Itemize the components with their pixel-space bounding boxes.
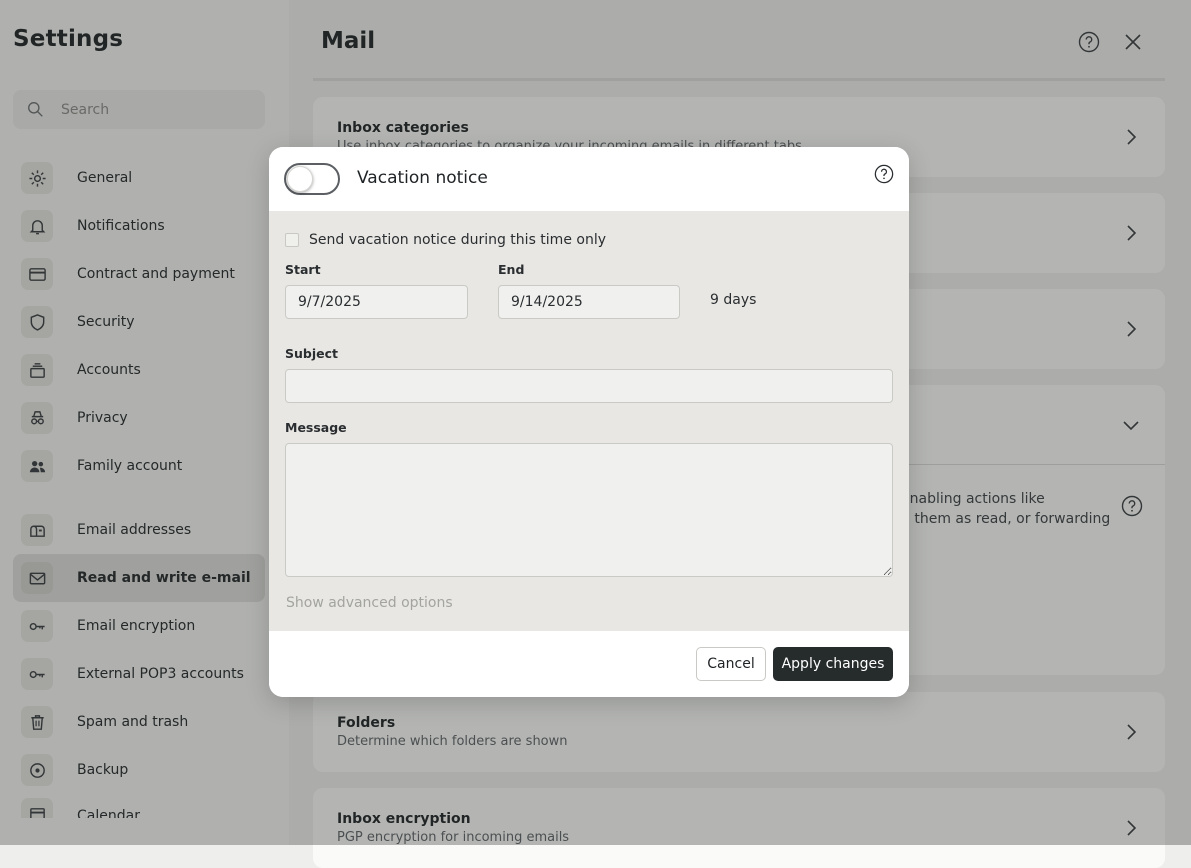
duration-text: 9 days [710, 292, 757, 308]
dialog-body: Send vacation notice during this time on… [269, 211, 909, 631]
cancel-button[interactable]: Cancel [696, 647, 766, 681]
subject-input[interactable] [285, 369, 893, 403]
toggle-knob [287, 166, 313, 192]
show-advanced-options-link[interactable]: Show advanced options [286, 595, 453, 611]
help-icon[interactable] [874, 164, 894, 184]
dialog-header: Vacation notice [269, 147, 909, 211]
vacation-notice-toggle[interactable] [284, 163, 340, 195]
apply-changes-button[interactable]: Apply changes [773, 647, 893, 681]
subject-label: Subject [285, 346, 338, 361]
start-label: Start [285, 262, 321, 277]
end-label: End [498, 262, 525, 277]
dialog-title: Vacation notice [357, 168, 488, 188]
vacation-notice-dialog: Vacation notice Send vacation notice dur… [269, 147, 909, 697]
message-textarea[interactable] [285, 443, 893, 577]
start-date-input[interactable] [285, 285, 468, 319]
time-only-row[interactable]: Send vacation notice during this time on… [285, 232, 606, 248]
time-only-checkbox[interactable] [285, 233, 299, 247]
end-date-input[interactable] [498, 285, 680, 319]
message-label: Message [285, 420, 347, 435]
time-only-label: Send vacation notice during this time on… [309, 232, 607, 248]
dialog-footer: Cancel Apply changes [269, 631, 909, 697]
